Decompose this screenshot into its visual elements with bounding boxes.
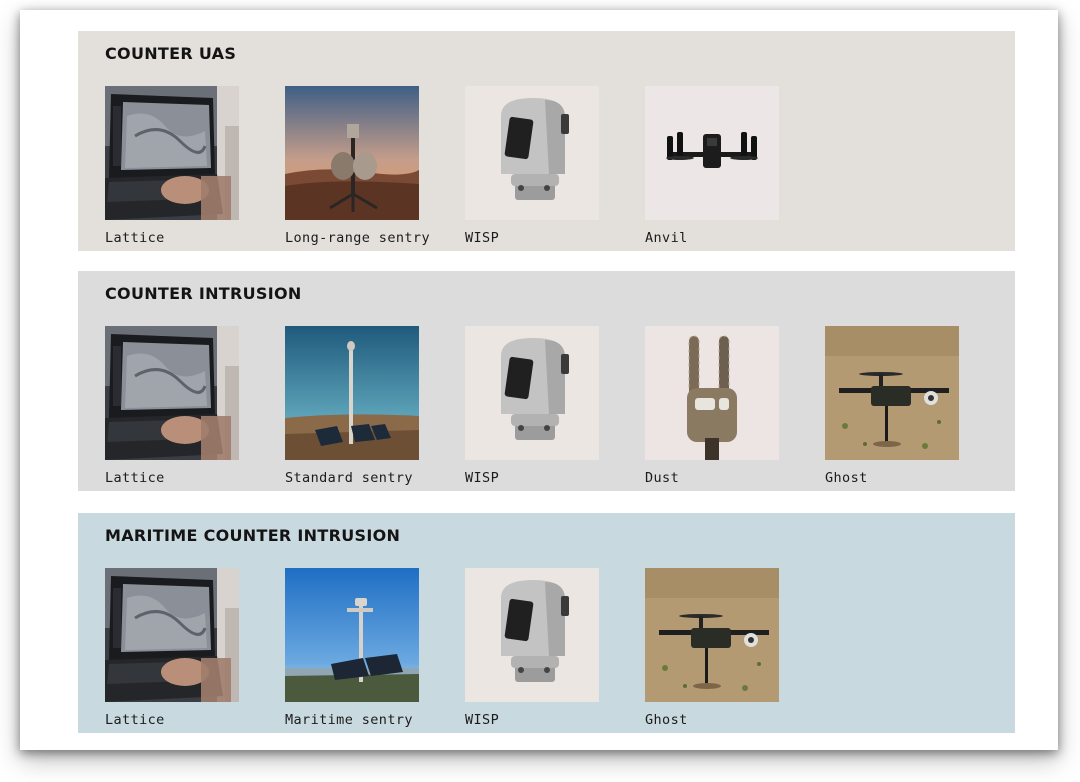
product-label: Ghost: [645, 712, 688, 728]
section-counter-uas: COUNTER UAS Lattice Long-range sentry WI…: [78, 31, 1015, 251]
ghost-drone-image: [645, 568, 779, 702]
standard-sentry-image: [285, 326, 419, 460]
document-page: COUNTER UAS Lattice Long-range sentry WI…: [20, 10, 1058, 750]
ghost-drone-image: [825, 326, 959, 460]
product-card-ghost[interactable]: Ghost: [645, 568, 779, 728]
wisp-camera-image: [465, 86, 599, 220]
long-range-sentry-image: [285, 86, 419, 220]
laptop-image: [105, 326, 239, 460]
product-label: WISP: [465, 470, 500, 486]
section-title: COUNTER UAS: [105, 44, 237, 63]
product-card-wisp[interactable]: WISP: [465, 326, 599, 486]
section-maritime-counter-intrusion: MARITIME COUNTER INTRUSION Lattice Marit…: [78, 513, 1015, 733]
product-card-wisp[interactable]: WISP: [465, 568, 599, 728]
product-label: WISP: [465, 230, 500, 246]
laptop-image: [105, 86, 239, 220]
product-card-ghost[interactable]: Ghost: [825, 326, 959, 486]
product-card-lattice[interactable]: Lattice: [105, 568, 239, 728]
product-label: Standard sentry: [285, 470, 413, 486]
section-title: COUNTER INTRUSION: [105, 284, 302, 303]
product-label: Anvil: [645, 230, 688, 246]
product-card-standard-sentry[interactable]: Standard sentry: [285, 326, 419, 486]
product-label: Dust: [645, 470, 680, 486]
product-label: Lattice: [105, 470, 165, 486]
product-label: Long-range sentry: [285, 230, 430, 246]
wisp-camera-image: [465, 568, 599, 702]
product-card-anvil[interactable]: Anvil: [645, 86, 779, 246]
product-card-long-range-sentry[interactable]: Long-range sentry: [285, 86, 430, 246]
wisp-camera-image: [465, 326, 599, 460]
product-card-lattice[interactable]: Lattice: [105, 86, 239, 246]
dust-sensor-image: [645, 326, 779, 460]
laptop-image: [105, 568, 239, 702]
product-card-lattice[interactable]: Lattice: [105, 326, 239, 486]
product-card-wisp[interactable]: WISP: [465, 86, 599, 246]
product-label: Ghost: [825, 470, 868, 486]
product-card-dust[interactable]: Dust: [645, 326, 779, 486]
section-counter-intrusion: COUNTER INTRUSION Lattice Standard sentr…: [78, 271, 1015, 491]
product-label: Lattice: [105, 230, 165, 246]
product-label: Lattice: [105, 712, 165, 728]
product-label: WISP: [465, 712, 500, 728]
anvil-drone-image: [645, 86, 779, 220]
section-title: MARITIME COUNTER INTRUSION: [105, 526, 401, 545]
product-card-maritime-sentry[interactable]: Maritime sentry: [285, 568, 419, 728]
maritime-sentry-image: [285, 568, 419, 702]
product-label: Maritime sentry: [285, 712, 413, 728]
